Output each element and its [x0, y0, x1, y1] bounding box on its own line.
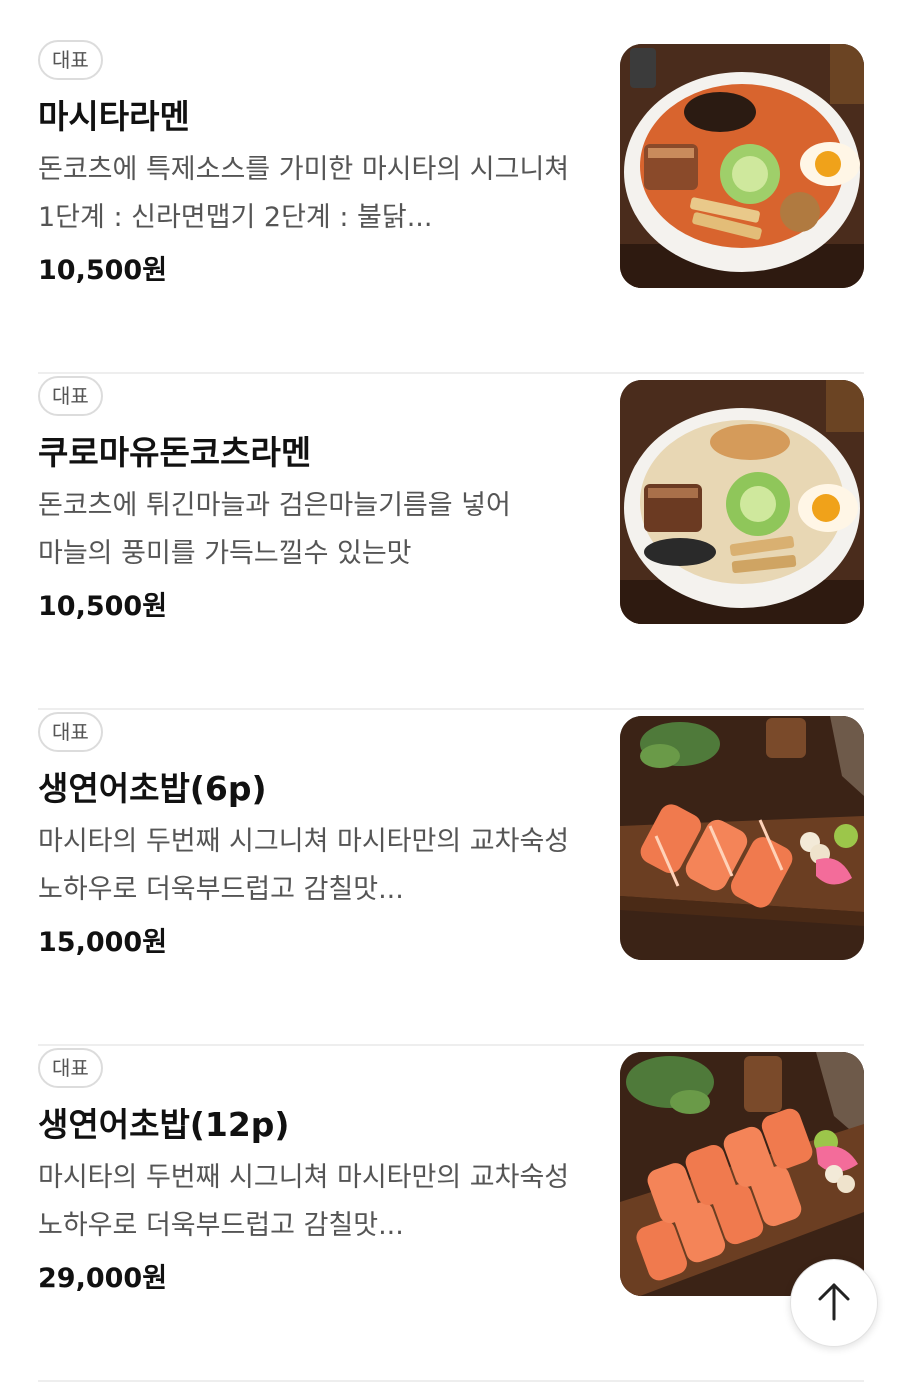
- menu-item-description: 돈코츠에 튀긴마늘과 검은마늘기름을 넣어 마늘의 풍미를 가득느낄수 있는맛: [38, 490, 511, 569]
- menu-item-price: 10,500원: [38, 591, 168, 622]
- spicy-ramen-photo[interactable]: [620, 44, 864, 288]
- menu-item-description: 마시타의 두번째 시그니쳐 마시타만의 교차숙성 노하우로 더욱부드럽고 감칠맛…: [38, 1162, 570, 1241]
- menu-item-name: 생연어초밥(6p): [38, 769, 267, 808]
- menu-item-description: 마시타의 두번째 시그니쳐 마시타만의 교차숙성 노하우로 더욱부드럽고 감칠맛…: [38, 826, 570, 905]
- menu-item-price: 29,000원: [38, 1263, 168, 1294]
- arrow-up-icon: [816, 1281, 852, 1325]
- scroll-to-top-button[interactable]: [790, 1259, 878, 1347]
- menu-item[interactable]: 대표 마시타라멘 돈코츠에 특제소스를 가미한 마시타의 시그니쳐 1단계 : …: [38, 38, 864, 374]
- menu-item-name: 쿠로마유돈코츠라멘: [38, 433, 312, 472]
- signature-badge: 대표: [38, 712, 103, 752]
- signature-badge: 대표: [38, 40, 103, 80]
- menu-item-price: 15,000원: [38, 927, 168, 958]
- salmon-sushi-6p-photo[interactable]: [620, 716, 864, 960]
- menu-item-name: 마시타라멘: [38, 97, 190, 136]
- menu-item-description: 돈코츠에 특제소스를 가미한 마시타의 시그니쳐 1단계 : 신라면맵기 2단계…: [38, 154, 570, 233]
- menu-item[interactable]: 대표 생연어초밥(12p) 마시타의 두번째 시그니쳐 마시타만의 교차숙성 노…: [38, 1046, 864, 1382]
- menu-item-price: 10,500원: [38, 255, 168, 286]
- menu-item[interactable]: 대표 생연어초밥(6p) 마시타의 두번째 시그니쳐 마시타만의 교차숙성 노하…: [38, 710, 864, 1046]
- signature-badge: 대표: [38, 1048, 103, 1088]
- black-garlic-tonkotsu-ramen-photo[interactable]: [620, 380, 864, 624]
- menu-item-name: 생연어초밥(12p): [38, 1105, 290, 1144]
- menu-item[interactable]: 대표 쿠로마유돈코츠라멘 돈코츠에 튀긴마늘과 검은마늘기름을 넣어 마늘의 풍…: [38, 374, 864, 710]
- signature-badge: 대표: [38, 376, 103, 416]
